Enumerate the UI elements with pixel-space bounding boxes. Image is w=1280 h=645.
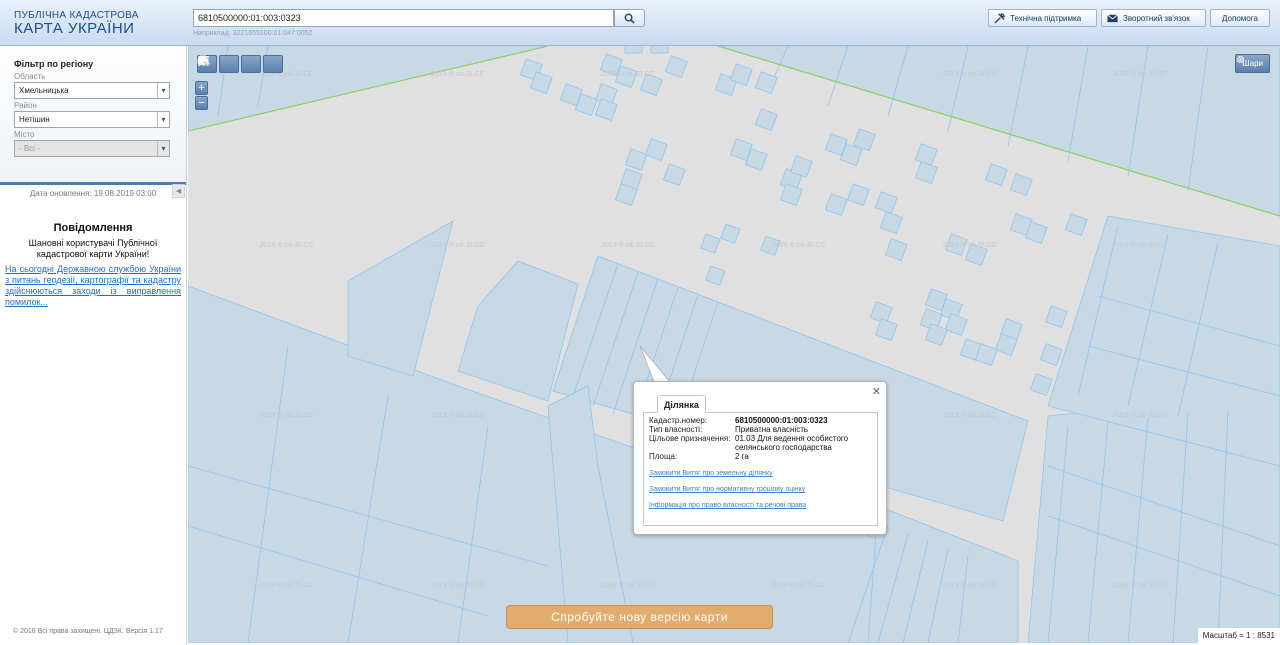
watermark: 2019 ® ciii.SI.CC bbox=[601, 71, 655, 78]
tools-icon bbox=[994, 12, 1005, 24]
chevron-down-icon: ▾ bbox=[157, 112, 169, 127]
sidebar: Фільтр по регіону Область Хмельницька ▾ … bbox=[0, 46, 187, 645]
news-text: Шановні користувачі Публічної кадастрово… bbox=[28, 238, 158, 259]
info-row: Цільове призначення: 01.03 Для ведення о… bbox=[649, 434, 872, 452]
watermark: 2019 ® ciii.SI.CC bbox=[1113, 582, 1167, 589]
help-label: Допомога bbox=[1222, 13, 1258, 23]
order-valuation-link[interactable]: Замовити Витяг про нормативну грошову оц… bbox=[649, 486, 872, 493]
region-filter: Фільтр по регіону Область Хмельницька ▾ … bbox=[0, 46, 186, 198]
feedback-label: Зворотний зв'язок bbox=[1123, 13, 1190, 23]
field-value: 6810500000:01:003:0323 bbox=[735, 416, 828, 425]
watermark: 2019 ® ciii.SI.CC bbox=[772, 582, 826, 589]
news-title: Повідомлення bbox=[53, 222, 133, 234]
field-key: Тип власності: bbox=[649, 425, 703, 434]
map[interactable]: 2019 ® ciii.SI.CC 2019 ® ciii.SI.CC 2019… bbox=[188, 46, 1280, 643]
map-toolbar: м мг ? bbox=[197, 55, 283, 73]
watermark: 2019 ® ciii.SI.CC bbox=[943, 412, 997, 419]
field-key: Площа: bbox=[649, 452, 678, 461]
zoom-control: + − bbox=[195, 81, 208, 111]
support-label: Технічна підтримка bbox=[1010, 13, 1082, 23]
field-value: Приватна власність bbox=[735, 425, 809, 434]
watermark: 2019 ® ciii.SI.CC bbox=[431, 582, 485, 589]
watermark: 2019 ® ciii.SI.CC bbox=[431, 412, 485, 419]
help-button[interactable]: Допомога bbox=[1210, 9, 1270, 27]
watermark: 2019 ® ciii.SI.CC bbox=[1113, 412, 1167, 419]
search-input[interactable]: 6810500000:01:003:0323 bbox=[193, 9, 614, 27]
header: ПУБЛІЧНА КАДАСТРОВА КАРТА УКРАЇНИ 681050… bbox=[0, 0, 1280, 46]
pointer-question-icon: ? bbox=[199, 56, 210, 67]
gear-icon bbox=[1237, 55, 1245, 64]
district-select[interactable]: Нетішин ▾ bbox=[14, 111, 170, 128]
watermark: 2019 ® ciii.SI.CC bbox=[260, 412, 314, 419]
watermark: 2019 ® ciii.SI.CC bbox=[943, 242, 997, 249]
watermark: 2019 ® ciii.SI.CC bbox=[260, 242, 314, 249]
scale-indicator: Масштаб = 1 : 8531 bbox=[1197, 628, 1280, 643]
parcel-popup: ✕ Ділянка Кадастр.номер: 6810500000:01:0… bbox=[633, 381, 887, 535]
close-icon[interactable]: ✕ bbox=[872, 385, 881, 398]
tab-parcel[interactable]: Ділянка bbox=[657, 395, 706, 413]
identify-button[interactable]: ? bbox=[199, 55, 283, 73]
svg-text:?: ? bbox=[206, 62, 210, 67]
field-key: Кадастр.номер: bbox=[649, 416, 708, 425]
news-link[interactable]: На сьогодні Державною службою України з … bbox=[0, 264, 186, 308]
update-date: Дата оновлення: 19.08.2019 03:00 bbox=[29, 189, 157, 198]
support-button[interactable]: Технічна підтримка bbox=[988, 9, 1097, 27]
popup-pointer bbox=[640, 346, 672, 383]
chevron-down-icon: ▾ bbox=[157, 141, 169, 156]
watermark: 2019 ® ciii.SI.CC bbox=[1113, 71, 1167, 78]
info-row: Кадастр.номер: 6810500000:01:003:0323 bbox=[649, 416, 872, 425]
watermark: 2019 ® ciii.SI.CC bbox=[1113, 242, 1167, 249]
city-select[interactable]: - Всі - ▾ bbox=[14, 140, 170, 157]
field-value: 01.03 Для ведення особистого селянського… bbox=[735, 434, 849, 452]
layers-label: Шари bbox=[1242, 59, 1263, 68]
field-value: 2 га bbox=[735, 452, 749, 461]
ownership-info-link[interactable]: Інформація про право власності та речові… bbox=[649, 502, 872, 509]
copyright: © 2016 Всі права захищені. ЦДЗК. Версія … bbox=[13, 628, 163, 635]
search-icon bbox=[624, 13, 635, 24]
region-select[interactable]: Хмельницька ▾ bbox=[14, 82, 170, 99]
watermark: 2019 ® ciii.SI.CC bbox=[260, 582, 314, 589]
watermark: 2019 ® ciii.SI.CC bbox=[943, 582, 997, 589]
search-button[interactable] bbox=[614, 9, 645, 27]
print-button[interactable] bbox=[197, 55, 261, 73]
logo-line2: КАРТА УКРАЇНИ bbox=[14, 20, 135, 37]
order-extract-link[interactable]: Замовити Витяг про земельну ділянку bbox=[649, 470, 872, 477]
field-key: Цільове призначення: bbox=[649, 434, 731, 443]
envelope-icon bbox=[1107, 13, 1118, 22]
collapse-sidebar-button[interactable]: ◀ bbox=[172, 184, 185, 198]
watermark: 2019 ® ciii.SI.CC bbox=[601, 242, 655, 249]
watermark: 2019 ® ciii.SI.CC bbox=[601, 582, 655, 589]
chevron-down-icon: ▾ bbox=[157, 83, 169, 98]
info-row: Тип власності: Приватна власність bbox=[649, 425, 872, 434]
watermark: 2019 ® ciii.SI.CC bbox=[431, 242, 485, 249]
region-label: Область bbox=[14, 72, 46, 81]
try-new-version-button[interactable]: Спробуйте нову версію карти bbox=[506, 605, 773, 629]
zoom-out-button[interactable]: − bbox=[195, 96, 208, 110]
watermark: 2019 ® ciii.SI.CC bbox=[431, 71, 485, 78]
filter-title: Фільтр по регіону bbox=[14, 59, 94, 69]
search-example: Наприклад: 3221655100:01:047:0052 bbox=[193, 30, 313, 37]
district-label: Район bbox=[14, 101, 37, 110]
info-row: Площа: 2 га bbox=[649, 452, 872, 461]
measure-area-button[interactable]: мг bbox=[198, 55, 239, 73]
city-label: Місто bbox=[14, 130, 35, 139]
logo[interactable]: ПУБЛІЧНА КАДАСТРОВА КАРТА УКРАЇНИ bbox=[14, 10, 139, 36]
city-value: - Всі - bbox=[19, 144, 40, 153]
region-value: Хмельницька bbox=[19, 86, 69, 95]
district-value: Нетішин bbox=[19, 115, 50, 124]
layers-button[interactable]: Шари bbox=[1235, 54, 1270, 73]
cadastral-map[interactable] bbox=[188, 46, 1280, 643]
watermark: 2019 ® ciii.SI.CC bbox=[772, 242, 826, 249]
zoom-in-button[interactable]: + bbox=[195, 81, 208, 95]
feedback-button[interactable]: Зворотний зв'язок bbox=[1101, 9, 1206, 27]
watermark: 2019 ® ciii.SI.CC bbox=[943, 71, 997, 78]
parcel-info: Кадастр.номер: 6810500000:01:003:0323 Ти… bbox=[643, 412, 878, 526]
